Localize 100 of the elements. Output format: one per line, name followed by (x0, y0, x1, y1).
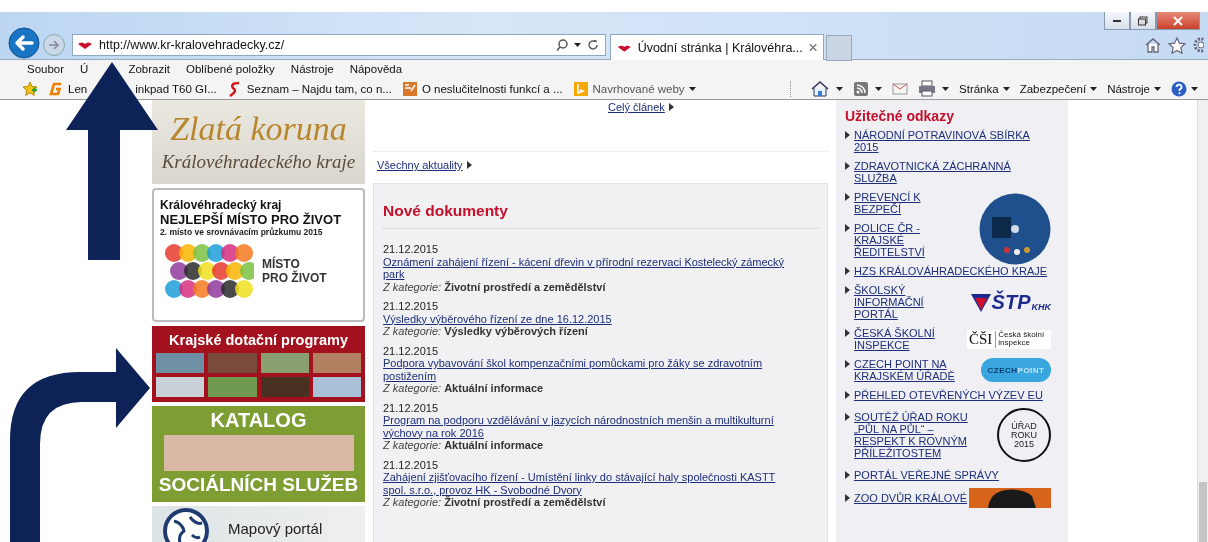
photo-placeholder (312, 353, 361, 373)
command-menu[interactable]: Nástroje (1107, 82, 1161, 95)
article-link[interactable]: Celý článek (608, 101, 665, 113)
banner-heading: NEJLEPŠÍ MÍSTO PRO ŽIVOT (160, 212, 343, 227)
menu-item[interactable]: Nápověda (349, 63, 403, 75)
link[interactable]: POLICE ČR - KRAJSKÉ ŘEDITELSTVÍ (854, 222, 969, 258)
caret-icon[interactable] (574, 43, 581, 47)
banner-text: Mapový portál (228, 519, 323, 537)
minimize-button[interactable] (1104, 12, 1130, 30)
link[interactable]: PREVENCÍ K BEZPEČÍ (854, 191, 969, 215)
link[interactable]: PŘEHLED OTEVŘENÝCH VÝZEV EU (854, 389, 1043, 401)
banner-heading: Krajské dotační programy (168, 332, 349, 348)
czechpoint-logo[interactable]: CZECHPOINT (981, 358, 1051, 382)
menu-item[interactable]: Ú (80, 63, 89, 75)
document-date: 21.12.2015 (383, 458, 440, 471)
link[interactable]: SOUTĚŽ ÚŘAD ROKU „PŮL NA PŮL“ – RESPEKT K ROVNÝM PŘÍLEŽITOSTEM (854, 411, 969, 459)
command-menu[interactable]: Zabezpečení (1019, 82, 1098, 95)
document-link[interactable]: Výsledky výběrového řízení ze dne 16.12.2015 (383, 312, 788, 325)
link[interactable]: ZDRAVOTNICKÁ ZÁCHRANNÁ SLUŽBA (854, 160, 1051, 184)
dvd-disc-drawing[interactable] (979, 192, 1051, 265)
link[interactable]: CZECH POINT NA KRAJSKÉM ÚŘADĚ (854, 358, 969, 382)
banner-heading: KATALOG (210, 409, 307, 432)
zlata-koruna-banner[interactable]: Zlatá koruna Královéhradeckého kraje (152, 100, 365, 184)
favorites-link[interactable]: Seznam – Najdu tam, co n... (226, 80, 392, 97)
star-icon[interactable] (1168, 36, 1186, 54)
document-link[interactable]: Zahájení zjišťovacího řízení - Umístění linky do stávající haly společnosti KASTT spol. s.r.o., provoz HK - Svobodné Dvory (383, 471, 788, 496)
close-icon (1173, 15, 1183, 26)
misto-pro-zivot-banner[interactable]: Královéhradecký kraj NEJLEPŠÍ MÍSTO PRO ŽIVOT 2. místo ve srovnávacím průzkumu 2015 MÍSTO PRO ŽIVOT (152, 188, 365, 322)
favorites-star-icon[interactable] (22, 81, 38, 96)
menu-item[interactable]: Zobrazit (128, 63, 170, 75)
section-heading: Nové dokumenty (383, 202, 509, 221)
favorites-link[interactable]: Len inkpad T60 GI... (48, 80, 217, 97)
link[interactable]: PORTÁL VEŘEJNÉ SPRÁVY (854, 469, 999, 481)
arrow-icon (845, 131, 850, 139)
urad-roku-logo[interactable]: ÚŘAD ROKU 2015 (997, 408, 1051, 462)
menu-item[interactable]: Nástroje (290, 63, 334, 75)
address-bar[interactable]: http://www.kr-kralovehradecky.cz/ (72, 34, 606, 56)
photo-placeholder (156, 377, 205, 397)
browser-tab[interactable]: Úvodní stránka | Královéhra... (610, 34, 824, 60)
arrow-icon (845, 329, 850, 337)
banner-text: Královéhradecký kraj (160, 198, 283, 212)
menu-item[interactable]: Oblíbené položky (185, 63, 275, 75)
document-link[interactable]: Program na podporu vzdělávání v jazycích národnostních menšin a multikulturní výchovy na rok 2016 (383, 414, 788, 439)
document-date: 21.12.2015 (383, 243, 440, 256)
arrow-icon (845, 494, 850, 502)
photo-placeholder (208, 353, 257, 373)
all-news-link[interactable]: Všechny aktuality (377, 159, 463, 171)
back-button[interactable] (8, 27, 40, 59)
arrow-icon (845, 471, 850, 479)
caret-icon (1154, 86, 1161, 91)
banner-heading: Zlatá koruna (169, 109, 348, 148)
link[interactable]: ŠKOLSKÝ INFORMAČNÍ PORTÁL (854, 284, 969, 320)
menu-item[interactable]: Soubor (27, 63, 65, 75)
stp-logo[interactable]: ŠTPKHK (970, 292, 1051, 312)
arrow-icon (845, 391, 850, 399)
close-button[interactable] (1156, 12, 1200, 30)
scrollbar-thumb[interactable] (1199, 482, 1207, 542)
caret-icon[interactable] (1191, 86, 1198, 91)
home-icon[interactable] (1144, 37, 1162, 53)
link[interactable]: ČESKÁ ŠKOLNÍ INSPEKCE (854, 327, 969, 351)
help-icon[interactable] (1171, 80, 1187, 97)
close-icon[interactable] (808, 43, 817, 52)
caret-icon[interactable] (875, 86, 883, 91)
search-icon[interactable] (556, 39, 568, 51)
link[interactable]: NÁRODNÍ POTRAVINOVÁ SBÍRKA 2015 (854, 129, 1051, 153)
mapovy-portal-banner[interactable]: Mapový portál (152, 506, 365, 542)
refresh-icon[interactable] (587, 39, 599, 51)
photo-placeholder (312, 377, 361, 397)
arrow-icon (845, 224, 850, 232)
document-link[interactable]: Podpora vybavování škol kompenzačními pomůckami pro žáky se zdravotním postižením (383, 357, 788, 382)
maximize-button[interactable] (1130, 12, 1156, 30)
document-category: Z kategorie: Životní prostředí a zemědělství (383, 280, 607, 293)
arrow-icon (845, 413, 850, 421)
home-icon[interactable] (810, 80, 831, 97)
banner-text: 2. místo ve srovnávacím průzkumu 2015 (160, 227, 324, 237)
mail-icon[interactable] (892, 81, 909, 96)
globe-icon (162, 507, 210, 542)
zoo-banner[interactable] (969, 488, 1051, 508)
dotacni-programy-banner[interactable]: Krajské dotační programy (152, 326, 365, 402)
caret-icon[interactable] (836, 86, 844, 91)
favorites-link[interactable]: Navrhované weby (572, 80, 696, 97)
arrow-icon (668, 103, 674, 111)
link[interactable]: ZOO DVŮR KRÁLOVÉ (854, 492, 968, 504)
document-date: 21.12.2015 (383, 300, 440, 313)
logo-text: PRO ŽIVOT (262, 271, 327, 285)
caret-icon[interactable] (942, 86, 950, 91)
document-link[interactable]: Oznámení zahájení řízení - kácení dřevin v přírodní rezervaci Kostelecký zámecký park (383, 255, 788, 281)
arrow-icon (845, 162, 850, 170)
favorites-link[interactable]: O neslučitelnosti funkcí a ... (401, 80, 563, 97)
feed-icon[interactable] (853, 80, 870, 97)
link[interactable]: HZS KRÁLOVÁHRADECKÉHO KRAJE (854, 265, 1048, 277)
arrow-icon (466, 161, 472, 169)
settings-icon[interactable] (1192, 36, 1204, 54)
scrollbar[interactable] (1197, 100, 1208, 542)
arrow-icon (845, 286, 850, 294)
caret-icon (688, 86, 696, 91)
site-favicon-icon (77, 40, 93, 50)
printer-icon[interactable] (918, 80, 937, 97)
restore-icon (1138, 15, 1148, 26)
command-menu[interactable]: Stránka (959, 82, 1010, 95)
